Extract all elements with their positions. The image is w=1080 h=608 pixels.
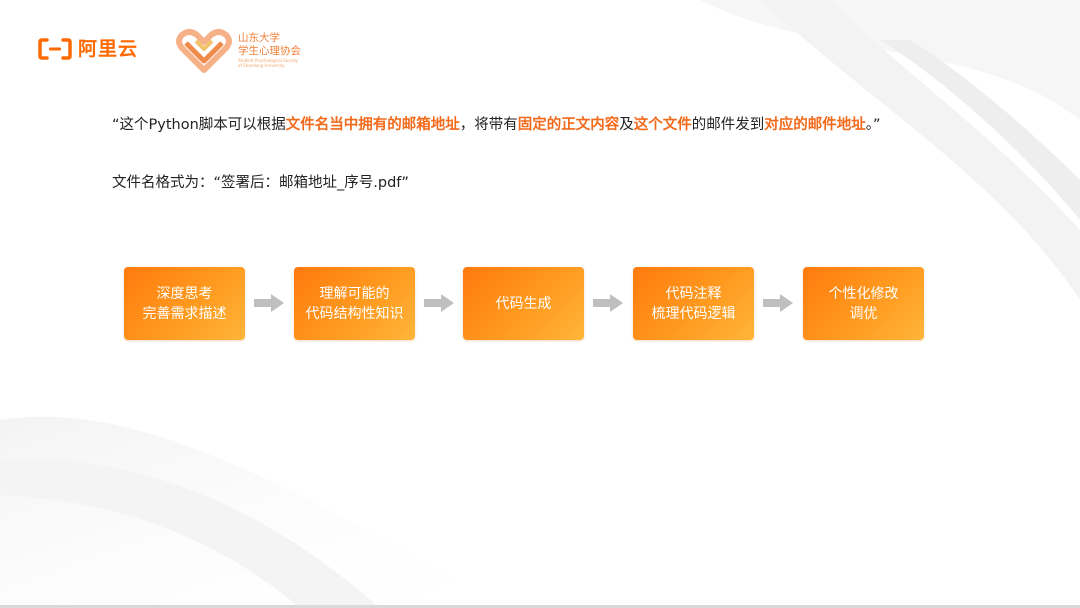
step-code-comments: 代码注释 梳理代码逻辑 bbox=[633, 267, 754, 340]
step-line1: 理解可能的 bbox=[319, 285, 390, 302]
right-arrow-icon bbox=[592, 293, 624, 313]
heart-ribbon-logo-icon bbox=[176, 29, 232, 73]
aliyun-logo: 阿里云 bbox=[38, 36, 138, 62]
sdu-society-logo: 山东大学 学生心理协会 Student Psychological Societ… bbox=[176, 26, 301, 74]
step-line1: 代码注释 bbox=[665, 285, 722, 302]
aliyun-bracket-logo-icon bbox=[38, 38, 72, 60]
quote-highlight-email-in-filename: 文件名当中拥有的邮箱地址 bbox=[285, 117, 460, 133]
step-line2: 梳理代码逻辑 bbox=[651, 305, 736, 322]
sdu-logo-line1: 山东大学 bbox=[238, 32, 280, 44]
step-line1: 个性化修改 bbox=[828, 285, 899, 302]
quote-text-1: 这个Python脚本可以根据 bbox=[119, 117, 286, 133]
step-line2: 完善需求描述 bbox=[142, 305, 227, 322]
step-line2: 调优 bbox=[849, 305, 878, 322]
quote-text-2: ，将带有 bbox=[459, 117, 518, 133]
quote-close-mark: ” bbox=[873, 117, 881, 133]
quote-open-mark: “ bbox=[112, 117, 120, 133]
slide: 阿里云 山东大学 学生心理协会 Student Psychological So… bbox=[0, 0, 1080, 608]
quote-highlight-target-address: 对应的邮件地址 bbox=[764, 117, 866, 133]
step-line1: 深度思考 bbox=[156, 285, 213, 302]
aliyun-logo-text: 阿里云 bbox=[78, 38, 139, 60]
quote-text-4: 的邮件发到 bbox=[691, 117, 765, 133]
right-arrow-icon bbox=[762, 293, 794, 313]
sdu-logo-english-line2: of Shandong University bbox=[238, 63, 285, 68]
sdu-logo-line2: 学生心理协会 bbox=[238, 45, 301, 57]
step-understand-structure: 理解可能的 代码结构性知识 bbox=[294, 267, 415, 340]
quote-text-5: 。 bbox=[865, 117, 874, 133]
workflow-steps: 深度思考 完善需求描述 理解可能的 代码结构性知识 代码生成 代码注释 梳理代码… bbox=[124, 267, 944, 341]
description-quote: “这个Python脚本可以根据文件名当中拥有的邮箱地址，将带有固定的正文内容及这… bbox=[112, 114, 972, 136]
step-code-generation: 代码生成 bbox=[463, 267, 584, 340]
step-personalize-tune: 个性化修改 调优 bbox=[803, 267, 924, 340]
filename-format-text: 文件名格式为：“签署后：邮箱地址_序号.pdf” bbox=[112, 175, 409, 191]
quote-highlight-this-file: 这个文件 bbox=[633, 117, 692, 133]
sdu-logo-text: 山东大学 学生心理协会 Student Psychological Societ… bbox=[238, 32, 301, 68]
right-arrow-icon bbox=[253, 293, 285, 313]
quote-text-3: 及 bbox=[619, 117, 634, 133]
right-arrow-icon bbox=[423, 293, 455, 313]
step-deep-thinking: 深度思考 完善需求描述 bbox=[124, 267, 245, 340]
step-line1: 代码生成 bbox=[495, 295, 552, 312]
quote-highlight-fixed-body: 固定的正文内容 bbox=[517, 117, 620, 133]
step-line2: 代码结构性知识 bbox=[305, 305, 404, 322]
